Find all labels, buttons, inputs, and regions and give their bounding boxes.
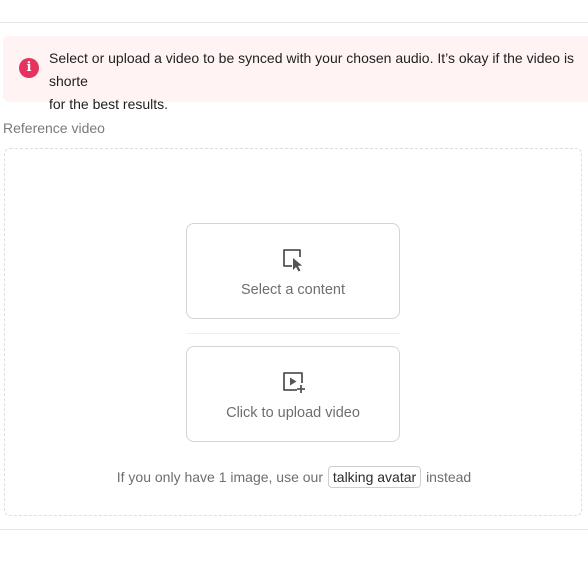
alert-message: Select or upload a video to be synced wi… [49,47,588,116]
reference-video-label: Reference video [3,120,105,136]
talking-avatar-hint: If you only have 1 image, use our talkin… [0,466,588,488]
video-upload-icon [283,372,305,393]
top-divider [0,22,588,23]
alert-message-line-2: for the best results. [49,96,169,112]
upload-video-button[interactable]: Click to upload video [186,346,400,442]
reference-video-dropzone[interactable] [4,148,582,516]
info-alert: i Select or upload a video to be synced … [3,36,588,112]
hint-suffix: instead [426,469,472,485]
lip-sync-reference-page: i Select or upload a video to be synced … [0,0,588,588]
alert-message-line-1: Select or upload a video to be synced wi… [49,50,575,89]
info-icon: i [19,58,39,78]
cursor-select-icon [283,249,302,272]
card-separator [186,333,400,334]
select-content-button[interactable]: Select a content [186,223,400,319]
hint-prefix: If you only have 1 image, use our [116,469,323,485]
upload-video-label: Click to upload video [226,405,360,421]
bottom-divider [0,529,588,530]
talking-avatar-link[interactable]: talking avatar [327,466,422,488]
select-content-label: Select a content [241,282,345,298]
